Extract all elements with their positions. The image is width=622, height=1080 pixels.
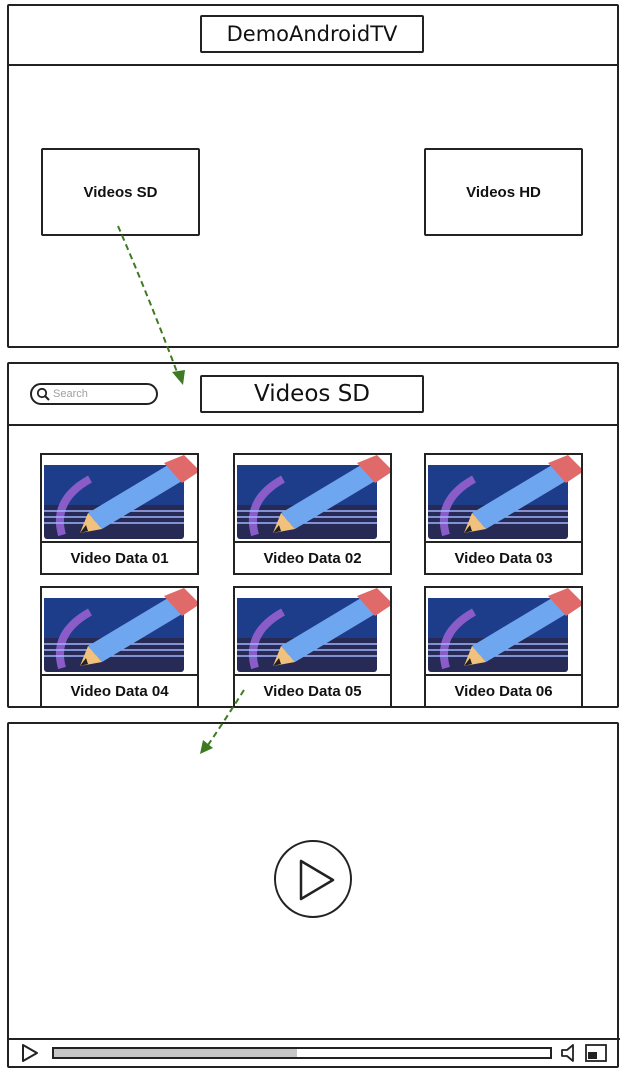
- video-label: Video Data 05: [233, 674, 392, 708]
- video-card-03[interactable]: Video Data 03: [424, 453, 583, 575]
- pencil-drawing-icon: [237, 455, 390, 539]
- video-thumbnail: [233, 453, 392, 541]
- video-thumbnail: [40, 453, 199, 541]
- play-icon[interactable]: [20, 1043, 40, 1063]
- video-card-04[interactable]: Video Data 04: [40, 586, 199, 708]
- video-label: Video Data 02: [233, 541, 392, 575]
- seek-bar[interactable]: [52, 1047, 552, 1059]
- video-label: Video Data 01: [40, 541, 199, 575]
- fullscreen-icon[interactable]: [585, 1043, 607, 1063]
- video-label: Video Data 04: [40, 674, 199, 708]
- volume-icon[interactable]: [560, 1043, 580, 1063]
- videos-header-divider: [7, 424, 619, 426]
- home-header-divider: [7, 64, 619, 66]
- app-title: DemoAndroidTV: [200, 15, 424, 53]
- video-thumbnail: [424, 453, 583, 541]
- video-card-02[interactable]: Video Data 02: [233, 453, 392, 575]
- pencil-drawing-icon: [237, 588, 390, 672]
- pencil-drawing-icon: [44, 455, 197, 539]
- video-thumbnail: [40, 586, 199, 674]
- search-icon: [36, 387, 50, 401]
- play-icon: [299, 859, 335, 901]
- video-label: Video Data 06: [424, 674, 583, 708]
- video-card-05[interactable]: Video Data 05: [233, 586, 392, 708]
- videos-sd-button[interactable]: Videos SD: [41, 148, 200, 236]
- video-thumbnail: [424, 586, 583, 674]
- video-label: Video Data 03: [424, 541, 583, 575]
- pencil-drawing-icon: [44, 588, 197, 672]
- pencil-drawing-icon: [428, 588, 581, 672]
- video-card-06[interactable]: Video Data 06: [424, 586, 583, 708]
- page-title: Videos SD: [200, 375, 424, 413]
- seek-bar-fill: [54, 1049, 298, 1057]
- search-input[interactable]: [50, 388, 154, 400]
- search-box[interactable]: [30, 383, 158, 405]
- pencil-drawing-icon: [428, 455, 581, 539]
- video-thumbnail: [233, 586, 392, 674]
- video-card-01[interactable]: Video Data 01: [40, 453, 199, 575]
- videos-hd-button[interactable]: Videos HD: [424, 148, 583, 236]
- play-button[interactable]: [274, 840, 352, 918]
